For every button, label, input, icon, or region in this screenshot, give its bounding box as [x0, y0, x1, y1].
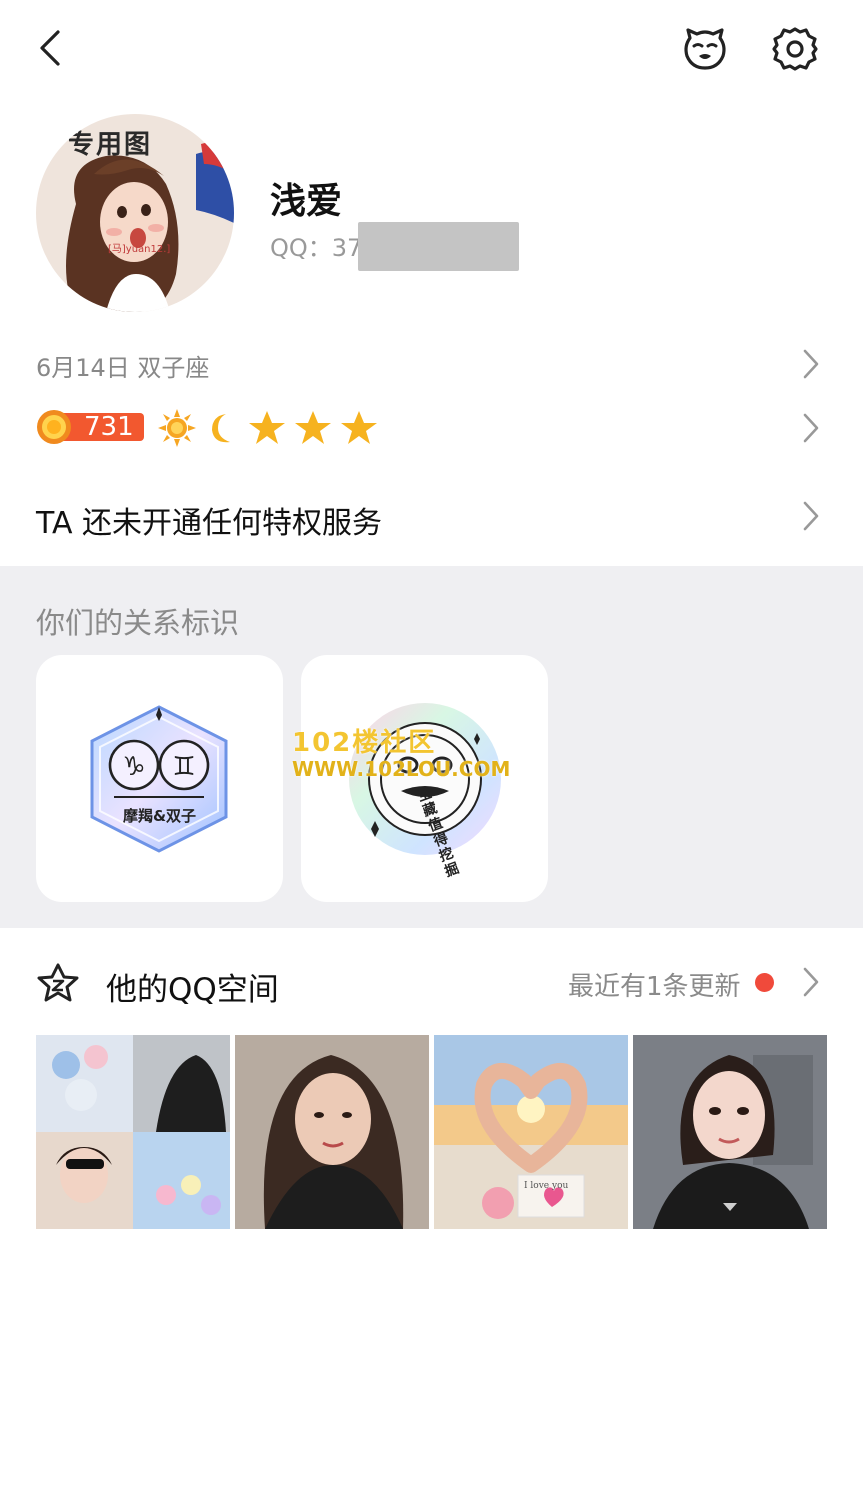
- birthday-text: 6月14日 双子座: [36, 354, 210, 382]
- relation-card-zodiac[interactable]: ♑ ♊ 摩羯&双子: [36, 655, 283, 902]
- back-button[interactable]: [30, 26, 74, 70]
- level-icons: [158, 408, 378, 448]
- photo-heart-hands-sunset[interactable]: I love you: [434, 1035, 628, 1229]
- svg-text:♑: ♑: [122, 752, 145, 782]
- zodiac-pair-label: 摩羯&双子: [122, 807, 197, 825]
- chevron-right-icon: [803, 501, 819, 531]
- privilege-row[interactable]: TA 还未开通任何特权服务: [0, 470, 863, 562]
- star-icon: [249, 411, 285, 444]
- photo-woman-selfie[interactable]: [235, 1035, 429, 1229]
- relation-title: 你们的关系标识: [36, 606, 240, 640]
- birthday-row[interactable]: 6月14日 双子座: [0, 330, 863, 394]
- pet-button[interactable]: [680, 24, 730, 74]
- pet-face-icon: [684, 28, 726, 70]
- qq-number-redaction: [358, 222, 519, 271]
- gear-icon: [772, 27, 818, 71]
- chevron-right-icon: [803, 349, 819, 379]
- photo-woman-black-shirt[interactable]: [633, 1035, 827, 1229]
- unread-dot: [755, 973, 774, 992]
- star-icon: [295, 411, 331, 444]
- top-bar: [0, 0, 863, 100]
- photo-note-text: I love you: [524, 1181, 569, 1191]
- privilege-text: TA 还未开通任何特权服务: [36, 506, 383, 541]
- svg-text:♊: ♊: [172, 752, 195, 782]
- qzone-photos: I love you: [36, 1035, 827, 1229]
- level-number: 731: [84, 412, 134, 442]
- chevron-left-icon: [40, 30, 60, 66]
- chevron-right-icon: [803, 413, 819, 443]
- qzone-title: 他的QQ空间: [106, 972, 279, 1008]
- avatar-watermark: [马]yuan12.]: [108, 244, 171, 255]
- qzone-star-icon: [37, 963, 79, 1002]
- settings-button[interactable]: [770, 24, 820, 74]
- nickname: 浅爱: [270, 181, 343, 222]
- zodiac-hexagon-icon: ♑ ♊: [90, 705, 228, 853]
- star-icon: [341, 411, 377, 444]
- sun-icon: [158, 409, 196, 447]
- avatar[interactable]: 专用图 [马]yuan12.]: [36, 114, 234, 312]
- qzone-update-text: 最近有1条更新: [568, 972, 741, 1002]
- moon-icon: [212, 414, 230, 443]
- avatar-caption: 专用图: [68, 130, 153, 160]
- photo-collage[interactable]: [36, 1035, 230, 1229]
- chevron-right-icon: [803, 967, 819, 997]
- site-watermark: 102楼社区 WWW.102LOU.COM: [292, 728, 511, 781]
- qq-number: QQ：37: [270, 234, 363, 262]
